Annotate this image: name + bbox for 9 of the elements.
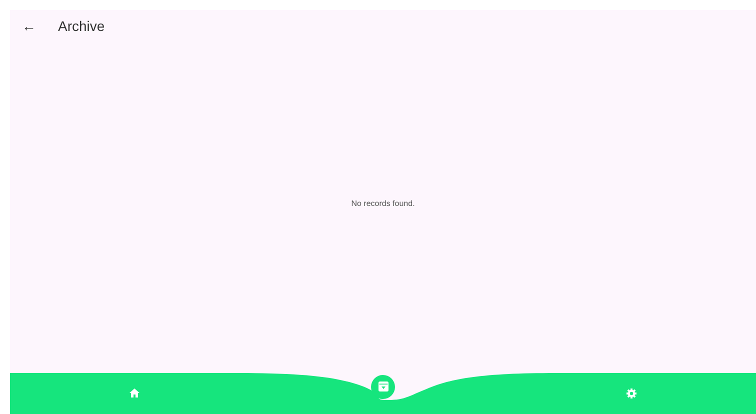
gear-icon — [626, 388, 638, 399]
empty-message: No records found. — [351, 198, 415, 210]
page-title: Archive — [58, 16, 105, 36]
nav-button[interactable] — [371, 374, 395, 398]
nav-button[interactable] — [128, 388, 140, 399]
archive-box-icon — [378, 381, 388, 392]
back-button[interactable]: ← — [18, 19, 40, 33]
nav-button[interactable] — [626, 388, 638, 399]
home-icon — [128, 388, 140, 399]
